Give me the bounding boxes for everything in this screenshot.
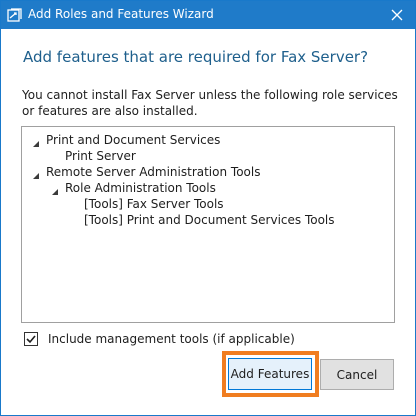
- expand-triangle-icon[interactable]: [32, 136, 40, 147]
- include-management-tools-label: Include management tools (if applicable): [48, 332, 295, 346]
- tree-item-label: Print Server: [65, 149, 136, 163]
- wizard-app-icon: [7, 7, 23, 23]
- include-management-tools-checkbox[interactable]: [24, 332, 38, 346]
- dialog-description: You cannot install Fax Server unless the…: [22, 88, 398, 118]
- tree-item-label: Role Administration Tools: [65, 181, 216, 195]
- tree-item-label: Remote Server Administration Tools: [46, 165, 261, 179]
- dialog-heading: Add features that are required for Fax S…: [23, 48, 369, 66]
- tree-item-label: [Tools] Fax Server Tools: [84, 197, 224, 211]
- tree-item-label: Print and Document Services: [46, 133, 221, 147]
- tree-item[interactable]: [Tools] Print and Document Services Tool…: [84, 212, 335, 228]
- tree-item[interactable]: [Tools] Fax Server Tools: [84, 196, 224, 212]
- checkmark-icon: [26, 335, 36, 344]
- close-icon[interactable]: [379, 1, 415, 29]
- expand-triangle-icon[interactable]: [51, 184, 59, 195]
- expand-triangle-icon[interactable]: [32, 168, 40, 179]
- window-title: Add Roles and Features Wizard: [28, 7, 214, 21]
- add-features-button[interactable]: Add Features: [228, 358, 312, 390]
- required-features-tree[interactable]: Print and Document Services Print Server…: [21, 126, 395, 323]
- title-bar[interactable]: Add Roles and Features Wizard: [1, 1, 415, 29]
- add-roles-features-wizard-window: Add Roles and Features Wizard Add featur…: [0, 0, 416, 416]
- tree-item[interactable]: Print Server: [65, 148, 136, 164]
- cancel-button[interactable]: Cancel: [320, 359, 394, 390]
- tree-item-label: [Tools] Print and Document Services Tool…: [84, 213, 335, 227]
